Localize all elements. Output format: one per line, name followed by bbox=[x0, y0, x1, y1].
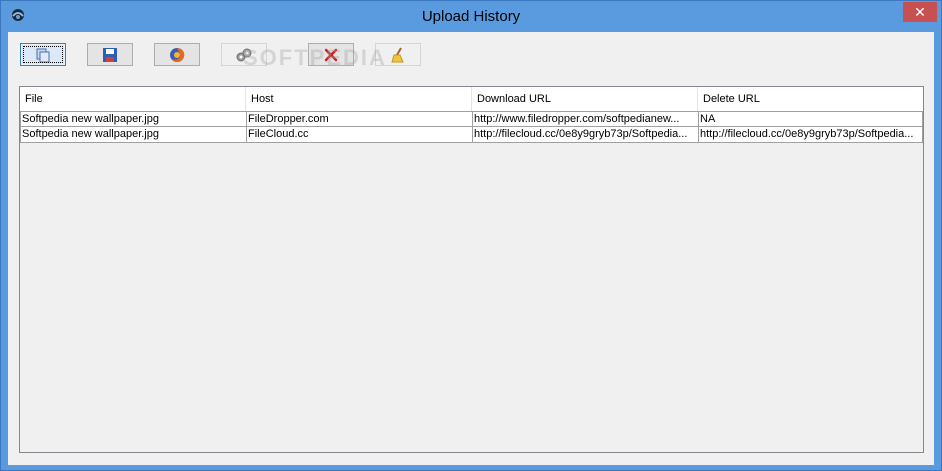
cell-file: Softpedia new wallpaper.jpg bbox=[20, 111, 247, 127]
column-header-host[interactable]: Host bbox=[246, 87, 472, 111]
table-header: File Host Download URL Delete URL bbox=[20, 87, 923, 112]
window-title: Upload History bbox=[421, 8, 521, 25]
title-bar[interactable]: Upload History ✕ bbox=[1, 1, 941, 31]
column-header-delete-url[interactable]: Delete URL bbox=[698, 87, 923, 111]
table-row[interactable]: Softpedia new wallpaper.jpg FileDropper.… bbox=[20, 111, 923, 127]
save-button[interactable] bbox=[87, 43, 133, 66]
floppy-disk-icon bbox=[103, 47, 117, 62]
copy-button[interactable] bbox=[20, 43, 66, 66]
cell-download-url: http://filecloud.cc/0e8y9gryb73p/Softped… bbox=[472, 127, 699, 143]
cell-host: FileCloud.cc bbox=[246, 127, 473, 143]
cell-host: FileDropper.com bbox=[246, 111, 473, 127]
cell-file: Softpedia new wallpaper.jpg bbox=[20, 127, 247, 143]
copy-icon bbox=[36, 48, 50, 62]
cell-delete-url: http://filecloud.cc/0e8y9gryb73p/Softped… bbox=[698, 127, 923, 143]
cell-download-url: http://www.filedropper.com/softpedianew.… bbox=[472, 111, 699, 127]
softpedia-watermark: SOFTPEDIA bbox=[243, 45, 387, 70]
upload-history-table[interactable]: File Host Download URL Delete URL Softpe… bbox=[19, 86, 924, 453]
firefox-icon bbox=[170, 47, 185, 62]
column-header-download-url[interactable]: Download URL bbox=[472, 87, 698, 111]
client-area: SOFTPEDIA File Host Download URL Delete … bbox=[8, 32, 934, 465]
upload-history-window: Upload History ✕ SOFTPEDIA File Host Dow… bbox=[0, 0, 942, 471]
cell-delete-url: NA bbox=[698, 111, 923, 127]
table-row[interactable]: Softpedia new wallpaper.jpg FileCloud.cc… bbox=[20, 127, 923, 143]
broom-icon bbox=[391, 47, 404, 62]
open-in-browser-button[interactable] bbox=[154, 43, 200, 66]
column-header-file[interactable]: File bbox=[20, 87, 246, 111]
close-button[interactable]: ✕ bbox=[903, 2, 937, 22]
